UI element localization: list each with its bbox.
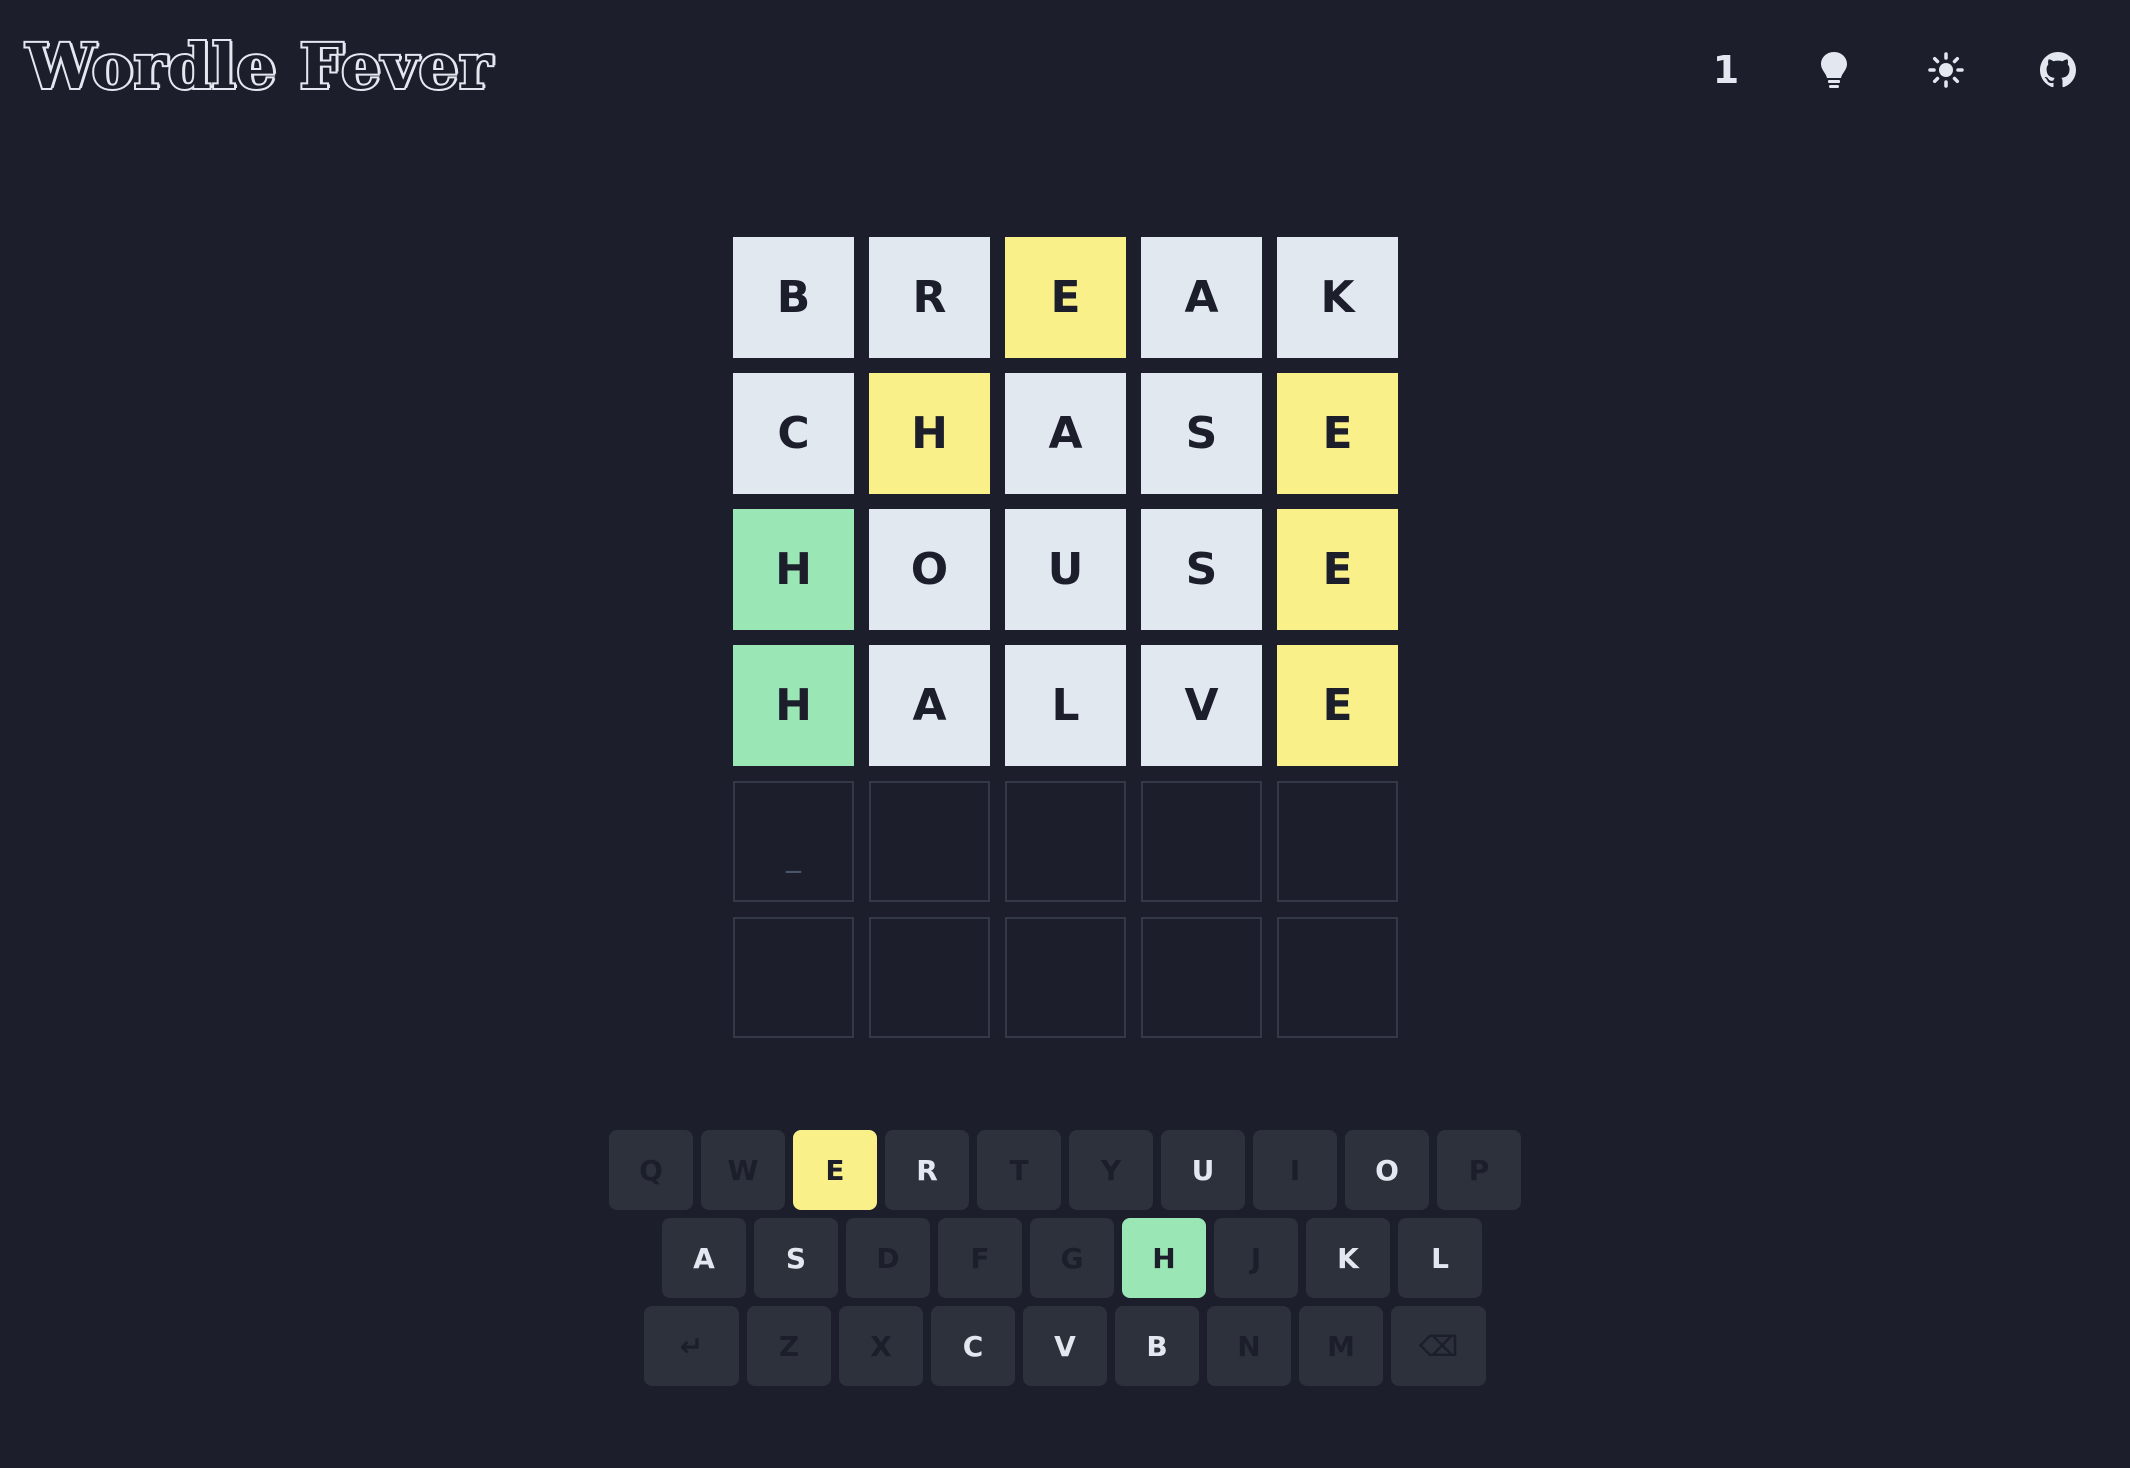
board-tile: H: [733, 645, 854, 766]
board-tile: H: [869, 373, 990, 494]
streak-count[interactable]: 1: [1696, 40, 1756, 100]
board-tile: [869, 917, 990, 1038]
key-t[interactable]: T: [977, 1130, 1061, 1210]
key-p[interactable]: P: [1437, 1130, 1521, 1210]
key-s[interactable]: S: [754, 1218, 838, 1298]
key-c[interactable]: C: [931, 1306, 1015, 1386]
board-tile: E: [1277, 645, 1398, 766]
board-tile: B: [733, 237, 854, 358]
keyboard-row: ASDFGHJKL: [7, 1218, 2130, 1298]
sun-icon[interactable]: [1916, 40, 1976, 100]
on-screen-keyboard: Q W E R T Y U I O P A S D F G H J K L ↵ Z X C V B N M ⌫: [0, 1130, 2130, 1394]
app-title: Wordle Fever: [24, 28, 494, 105]
key-z[interactable]: Z: [747, 1306, 831, 1386]
board-tile: A: [1141, 237, 1262, 358]
board-tile: E: [1277, 373, 1398, 494]
board-tile: C: [733, 373, 854, 494]
key-q[interactable]: Q: [609, 1130, 693, 1210]
key-a[interactable]: A: [662, 1218, 746, 1298]
board-tile: K: [1277, 237, 1398, 358]
guess-board: B R E A K C H A S E H O U S E H A L V E _: [733, 237, 1398, 1038]
key-g[interactable]: G: [1030, 1218, 1114, 1298]
board-tile: _: [733, 781, 854, 902]
board-tile: A: [869, 645, 990, 766]
key-r[interactable]: R: [885, 1130, 969, 1210]
key-x[interactable]: X: [839, 1306, 923, 1386]
key-l[interactable]: L: [1398, 1218, 1482, 1298]
board-tile: O: [869, 509, 990, 630]
board-tile: [1141, 781, 1262, 902]
key-j[interactable]: J: [1214, 1218, 1298, 1298]
board-tile: H: [733, 509, 854, 630]
board-tile: [1277, 917, 1398, 1038]
board-tile: R: [869, 237, 990, 358]
key-n[interactable]: N: [1207, 1306, 1291, 1386]
key-e[interactable]: E: [793, 1130, 877, 1210]
key-k[interactable]: K: [1306, 1218, 1390, 1298]
keyboard-row: QWERTYUIOP: [0, 1130, 2130, 1210]
github-icon[interactable]: [2028, 40, 2088, 100]
key-v[interactable]: V: [1023, 1306, 1107, 1386]
key-m[interactable]: M: [1299, 1306, 1383, 1386]
key-w[interactable]: W: [701, 1130, 785, 1210]
board-tile: [733, 917, 854, 1038]
key-i[interactable]: I: [1253, 1130, 1337, 1210]
board-tile: A: [1005, 373, 1126, 494]
enter-key[interactable]: ↵: [644, 1306, 739, 1386]
board-tile: S: [1141, 373, 1262, 494]
key-b[interactable]: B: [1115, 1306, 1199, 1386]
backspace-key[interactable]: ⌫: [1391, 1306, 1486, 1386]
key-d[interactable]: D: [846, 1218, 930, 1298]
board-tile: [1005, 781, 1126, 902]
board-tile: S: [1141, 509, 1262, 630]
keyboard-row: ↵ Z X C V B N M ⌫: [0, 1306, 2130, 1386]
key-f[interactable]: F: [938, 1218, 1022, 1298]
lightbulb-icon[interactable]: [1804, 40, 1864, 100]
board-tile: [1277, 781, 1398, 902]
app-header: Wordle Fever 1: [0, 0, 2130, 140]
board-tile: U: [1005, 509, 1126, 630]
board-tile: E: [1277, 509, 1398, 630]
board-tile: L: [1005, 645, 1126, 766]
board-tile: [1141, 917, 1262, 1038]
board-tile: [1005, 917, 1126, 1038]
key-y[interactable]: Y: [1069, 1130, 1153, 1210]
board-tile: E: [1005, 237, 1126, 358]
board-tile: [869, 781, 990, 902]
board-tile: V: [1141, 645, 1262, 766]
key-h[interactable]: H: [1122, 1218, 1206, 1298]
key-o[interactable]: O: [1345, 1130, 1429, 1210]
key-u[interactable]: U: [1161, 1130, 1245, 1210]
